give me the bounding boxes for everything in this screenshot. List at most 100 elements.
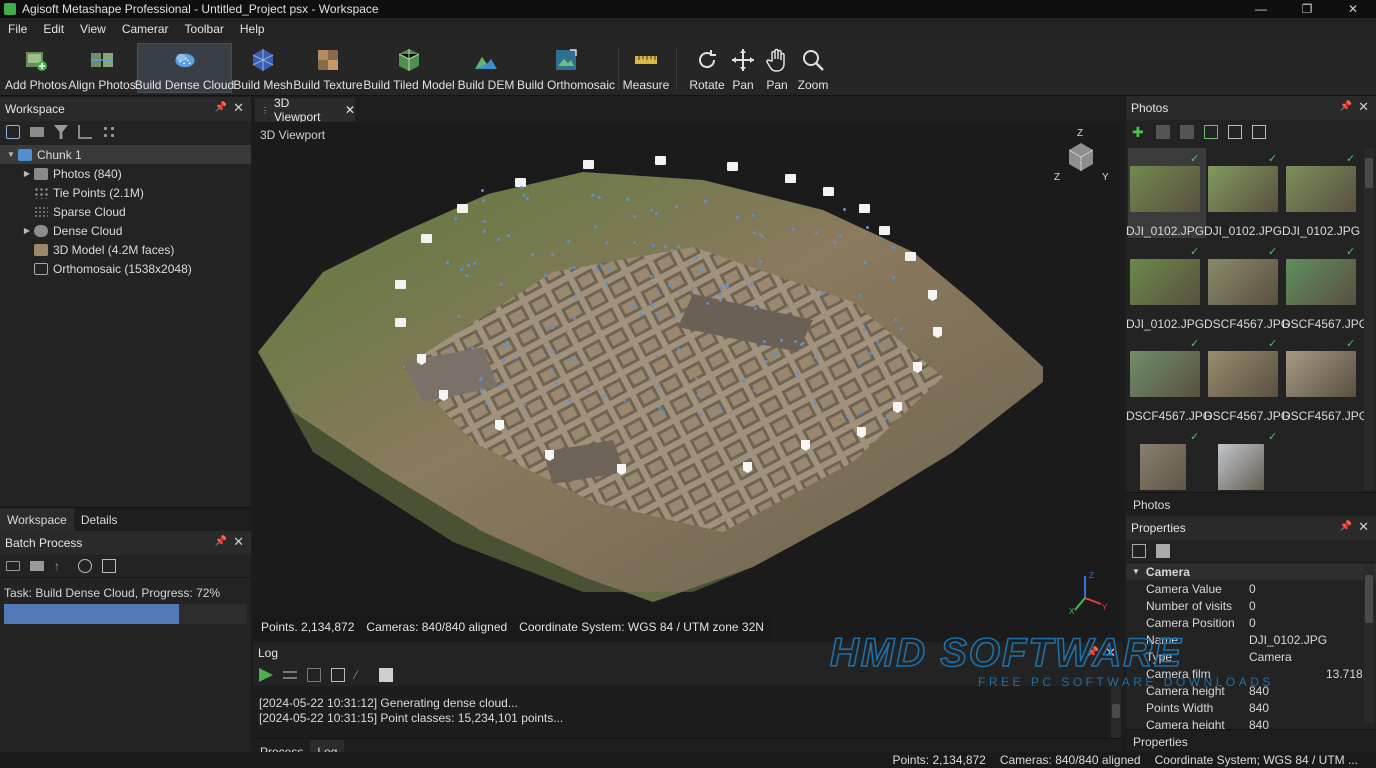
tree-icon[interactable] bbox=[78, 125, 92, 139]
add-photos-button[interactable]: Add Photos bbox=[4, 43, 68, 93]
menu-file[interactable]: File bbox=[0, 22, 35, 36]
menu-view[interactable]: View bbox=[72, 22, 114, 36]
properties-scrollbar[interactable] bbox=[1364, 563, 1374, 723]
large-thumb-icon[interactable] bbox=[1204, 125, 1218, 139]
property-row[interactable]: Camera film 13.718 bbox=[1126, 665, 1376, 682]
build-texture-button[interactable]: Build Texture bbox=[293, 43, 363, 93]
property-row[interactable]: Name DJI_0102.JPG bbox=[1126, 631, 1376, 648]
measure-button[interactable]: Measure bbox=[622, 43, 670, 93]
log-scrollbar[interactable] bbox=[1111, 686, 1121, 738]
property-group-camera[interactable]: ▼ Camera bbox=[1126, 563, 1376, 580]
build-mesh-button[interactable]: Build Mesh bbox=[233, 43, 293, 93]
disable-photo-icon[interactable] bbox=[1180, 125, 1194, 139]
camera-marker[interactable] bbox=[395, 318, 406, 327]
up-arrow-icon[interactable]: ↑ bbox=[54, 559, 68, 573]
tab-workspace[interactable]: Workspace bbox=[0, 507, 74, 532]
photo-thumbnail[interactable] bbox=[1208, 351, 1278, 397]
build-dense-cloud-button[interactable]: Build Dense Cloud bbox=[135, 43, 234, 93]
tree-photos[interactable]: ▶ Photos (840) bbox=[0, 164, 251, 183]
tab-3d-viewport[interactable]: ⋮ 3D Viewport ✕ bbox=[255, 96, 355, 124]
sort-icon[interactable] bbox=[1156, 544, 1170, 558]
camera-marker[interactable] bbox=[785, 174, 796, 183]
photo-thumbnail[interactable] bbox=[1218, 444, 1264, 490]
remove-photo-icon[interactable] bbox=[1156, 125, 1170, 139]
close-panel-icon[interactable]: ✕ bbox=[233, 534, 244, 550]
property-row[interactable]: Points Width 840 bbox=[1126, 699, 1376, 716]
tree-3d-model[interactable]: 3D Model (4.2M faces) bbox=[0, 240, 251, 259]
close-panel-icon[interactable]: ✕ bbox=[1105, 645, 1116, 661]
close-panel-icon[interactable]: ✕ bbox=[233, 100, 244, 116]
tree-chunk-1[interactable]: ▼ Chunk 1 bbox=[0, 145, 251, 164]
restore-button[interactable]: ❐ bbox=[1284, 0, 1330, 18]
zoom-button[interactable]: Zoom bbox=[796, 43, 830, 93]
close-window-button[interactable]: ✕ bbox=[1330, 0, 1376, 18]
build-tiled-model-button[interactable]: Build Tiled Model bbox=[363, 43, 455, 93]
property-row[interactable]: Type Camera bbox=[1126, 648, 1376, 665]
camera-marker[interactable] bbox=[905, 252, 916, 261]
open-icon[interactable] bbox=[30, 561, 44, 571]
add-photo-icon[interactable]: ✚ bbox=[1132, 125, 1146, 139]
pin-icon[interactable]: 📌 bbox=[215, 102, 227, 113]
expand-arrow-icon[interactable]: ▶ bbox=[20, 226, 34, 235]
camera-marker[interactable] bbox=[583, 160, 594, 169]
rotate-button[interactable]: Rotate bbox=[686, 43, 728, 93]
open-folder-icon[interactable] bbox=[30, 127, 44, 137]
menu-help[interactable]: Help bbox=[232, 22, 273, 36]
close-panel-icon[interactable]: ✕ bbox=[1358, 519, 1369, 535]
minimize-button[interactable]: — bbox=[1238, 0, 1284, 18]
property-row[interactable]: Camera Position 0 bbox=[1126, 614, 1376, 631]
camera-marker[interactable] bbox=[823, 187, 834, 196]
copy-icon[interactable] bbox=[307, 668, 321, 682]
list-icon[interactable] bbox=[283, 671, 297, 679]
tree-dense-cloud[interactable]: ▶ Dense Cloud bbox=[0, 221, 251, 240]
camera-marker[interactable] bbox=[879, 226, 890, 235]
photo-thumbnail[interactable] bbox=[1208, 259, 1278, 305]
menu-toolbar[interactable]: Toolbar bbox=[177, 22, 232, 36]
group-icon[interactable] bbox=[102, 125, 116, 139]
tab-properties[interactable]: Properties bbox=[1126, 730, 1195, 754]
pin-icon[interactable]: 📌 bbox=[215, 536, 227, 547]
tree-orthomosaic[interactable]: Orthomosaic (1538x2048) bbox=[0, 259, 251, 278]
property-row[interactable]: Camera Value 0 bbox=[1126, 580, 1376, 597]
photos-scrollbar[interactable] bbox=[1364, 148, 1374, 490]
photo-thumbnail[interactable] bbox=[1286, 166, 1356, 212]
save-log-icon[interactable] bbox=[331, 668, 345, 682]
pin-icon[interactable]: 📌 bbox=[1087, 647, 1099, 658]
photo-thumbnail[interactable] bbox=[1208, 166, 1278, 212]
export-icon[interactable] bbox=[379, 668, 393, 682]
add-chunk-icon[interactable] bbox=[6, 125, 20, 139]
camera-marker[interactable] bbox=[457, 204, 468, 213]
camera-marker[interactable] bbox=[727, 162, 738, 171]
tab-details[interactable]: Details bbox=[74, 508, 125, 532]
properties-view-icon[interactable] bbox=[1252, 125, 1266, 139]
pan-hand-button[interactable]: Pan bbox=[762, 43, 792, 93]
menu-edit[interactable]: Edit bbox=[35, 22, 72, 36]
camera-marker[interactable] bbox=[655, 156, 666, 165]
camera-marker[interactable] bbox=[859, 204, 870, 213]
run-icon[interactable] bbox=[259, 668, 273, 682]
align-photos-button[interactable]: Align Photos bbox=[68, 43, 136, 93]
pan-button[interactable]: Pan bbox=[728, 43, 758, 93]
build-orthomosaic-button[interactable]: Build Orthomosaic bbox=[517, 43, 615, 93]
photo-thumbnail[interactable] bbox=[1286, 351, 1356, 397]
camera-marker[interactable] bbox=[421, 234, 432, 243]
detail-view-icon[interactable] bbox=[1228, 125, 1242, 139]
photo-thumbnail[interactable] bbox=[1140, 444, 1186, 490]
collapse-arrow-icon[interactable]: ▼ bbox=[1132, 567, 1140, 576]
pin-icon[interactable]: 📌 bbox=[1340, 521, 1352, 532]
photo-thumbnail[interactable] bbox=[1130, 351, 1200, 397]
circle-icon[interactable] bbox=[78, 559, 92, 573]
property-row[interactable]: Camera height 840 bbox=[1126, 682, 1376, 699]
filter-icon[interactable] bbox=[54, 125, 68, 139]
folder-icon[interactable] bbox=[6, 561, 20, 571]
tab-photos[interactable]: Photos bbox=[1126, 493, 1177, 517]
close-tab-icon[interactable]: ✕ bbox=[345, 103, 355, 117]
clear-icon[interactable]: ⁄ bbox=[355, 668, 369, 682]
menu-camera[interactable]: Camerar bbox=[114, 22, 177, 36]
camera-marker[interactable] bbox=[395, 280, 406, 289]
property-row[interactable]: Number of visits 0 bbox=[1126, 597, 1376, 614]
collapse-arrow-icon[interactable]: ▼ bbox=[4, 150, 18, 159]
photo-thumbnail[interactable] bbox=[1286, 259, 1356, 305]
close-panel-icon[interactable]: ✕ bbox=[1358, 99, 1369, 115]
photo-thumbnail[interactable] bbox=[1130, 166, 1200, 212]
